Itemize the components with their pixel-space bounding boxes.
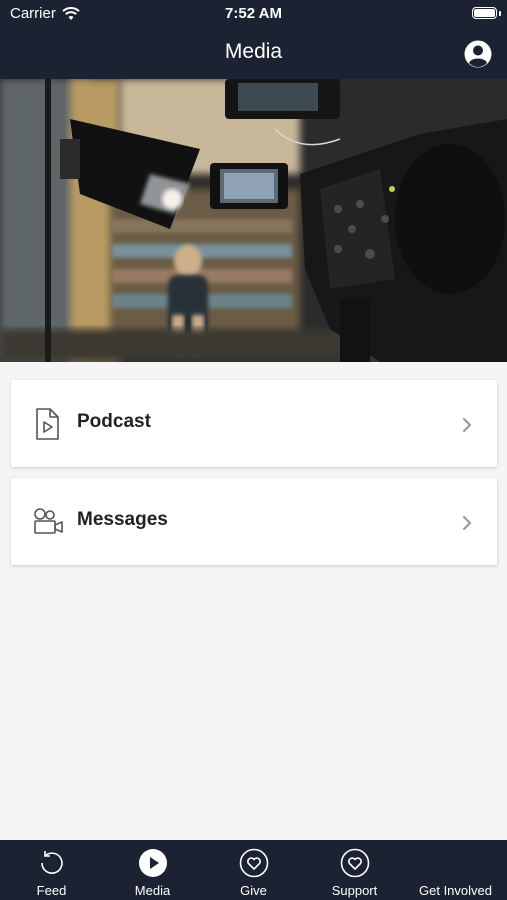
tab-label: Media bbox=[134, 883, 171, 898]
battery-tip bbox=[499, 11, 501, 16]
battery-icon bbox=[472, 7, 497, 19]
chevron-right-icon bbox=[462, 515, 472, 531]
chevron-right-icon bbox=[462, 417, 472, 433]
video-camera-icon bbox=[34, 508, 63, 534]
hero-illustration bbox=[0, 79, 507, 362]
menu-item-messages[interactable]: Messages bbox=[11, 478, 497, 565]
menu-item-label: Podcast bbox=[77, 411, 151, 432]
tab-label: Feed bbox=[36, 883, 67, 898]
status-bar: Carrier 7:52 AM bbox=[0, 0, 507, 28]
top-bar: Carrier 7:52 AM Media bbox=[0, 0, 507, 79]
play-circle-icon bbox=[138, 849, 167, 877]
menu-item-podcast[interactable]: Podcast bbox=[11, 380, 497, 467]
hero-image bbox=[0, 79, 507, 362]
menu-item-label: Messages bbox=[77, 509, 168, 530]
tab-feed[interactable]: Feed bbox=[1, 840, 102, 900]
tab-media[interactable]: Media bbox=[102, 840, 203, 900]
tab-get-involved[interactable]: Get Involved bbox=[405, 840, 506, 900]
tab-label: Support bbox=[331, 883, 378, 898]
page-title: Media bbox=[224, 40, 283, 63]
tab-label: Get Involved bbox=[419, 883, 492, 898]
heart-circle-icon bbox=[340, 848, 369, 878]
tab-bar: Feed Media Give Support Get Involved bbox=[0, 840, 507, 900]
refresh-icon bbox=[40, 851, 63, 874]
person-circle-icon[interactable] bbox=[464, 40, 492, 68]
document-play-icon bbox=[36, 408, 59, 440]
tab-support[interactable]: Support bbox=[304, 840, 405, 900]
tab-label: Give bbox=[240, 883, 267, 898]
heart-circle-icon bbox=[239, 848, 268, 878]
status-time: 7:52 AM bbox=[225, 5, 282, 22]
tab-give[interactable]: Give bbox=[203, 840, 304, 900]
